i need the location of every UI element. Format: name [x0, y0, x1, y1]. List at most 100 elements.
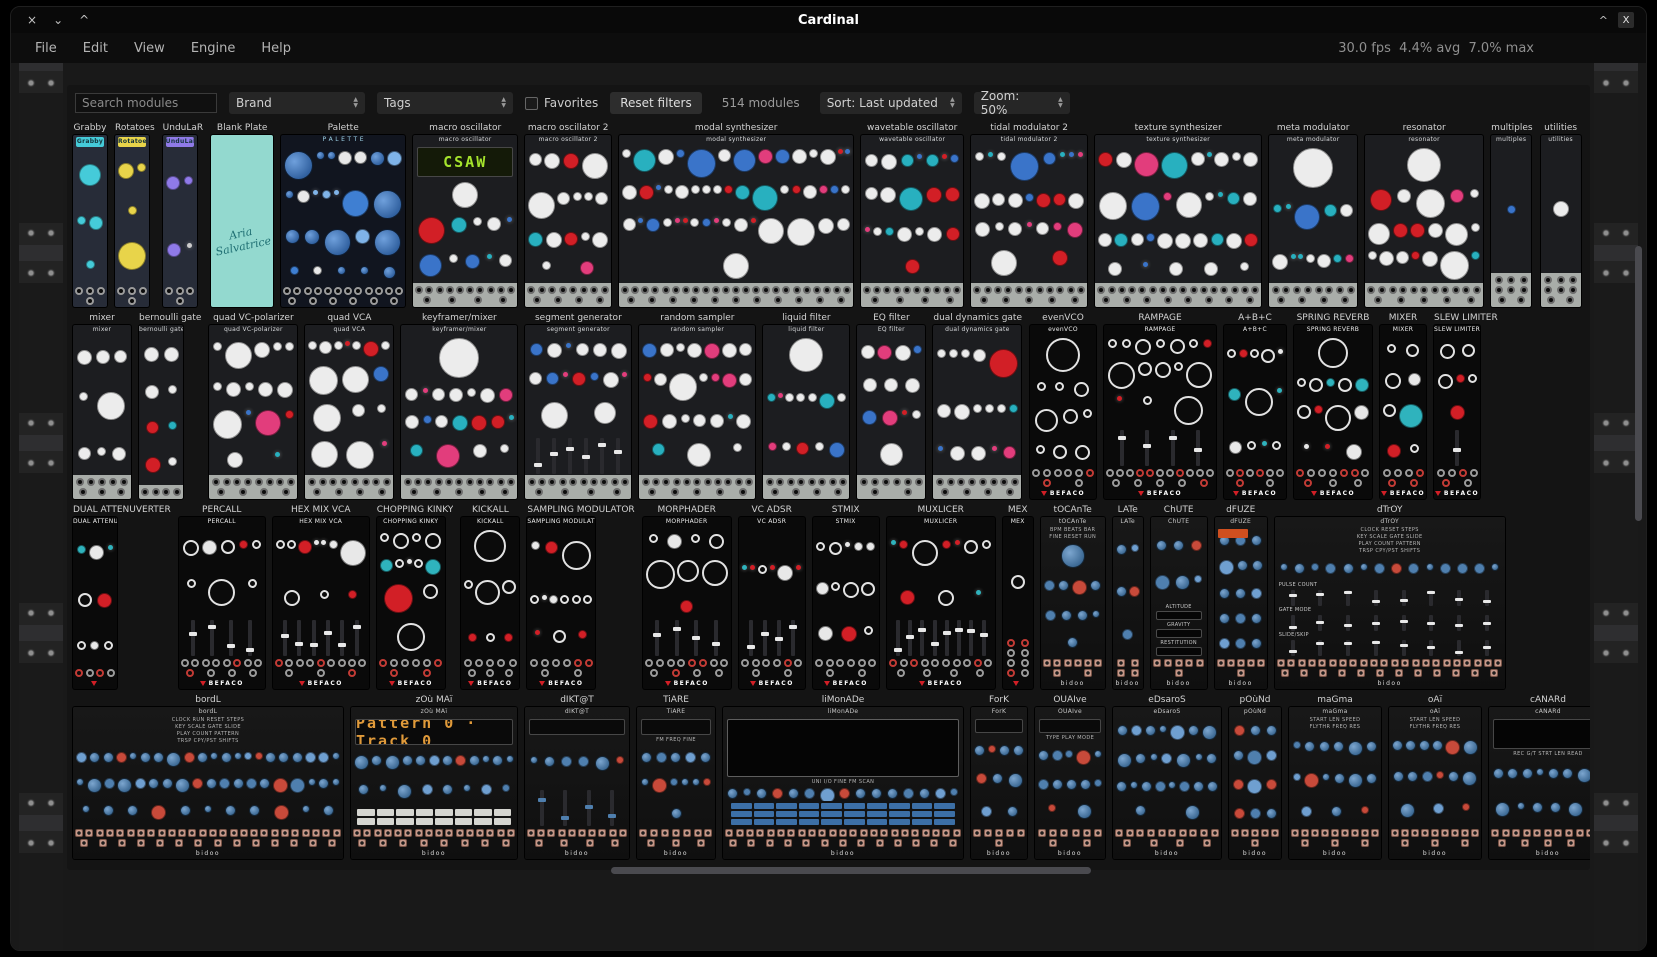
- module-card[interactable]: KICKALLKICKALLBEFACO: [461, 505, 519, 689]
- module-card[interactable]: bernoulli gatebernoulli gate: [139, 313, 201, 499]
- module-card[interactable]: eDsaroSeDsaroSbidoo: [1113, 695, 1221, 859]
- module-panel: P A L E T T E: [281, 135, 405, 307]
- menu-item-engine[interactable]: Engine: [191, 41, 236, 56]
- module-card[interactable]: MORPHADERMORPHADERBEFACO: [643, 505, 731, 689]
- module-card[interactable]: PERCALLPERCALLBEFACO: [179, 505, 265, 689]
- module-card[interactable]: GrabbyGrabby: [73, 123, 107, 307]
- menu-item-file[interactable]: File: [35, 41, 57, 56]
- menu-item-edit[interactable]: Edit: [83, 41, 108, 56]
- slider-graphic: [248, 620, 252, 656]
- matrix-button: [776, 811, 797, 817]
- knob-graphic: [114, 350, 127, 363]
- module-card[interactable]: MUXLICERMUXLICERBEFACO: [887, 505, 995, 689]
- module-card[interactable]: UnduLaRUnduLaR: [163, 123, 204, 307]
- module-card[interactable]: cANARdcANARdREC G/T STRT LEN READbidoo: [1489, 695, 1590, 859]
- knob-area: [73, 745, 343, 827]
- module-card[interactable]: liMonADeliMonADeUNI I/O FINE FM SCANbido…: [723, 695, 963, 859]
- panel-title: OUAIve: [1035, 707, 1105, 717]
- module-card[interactable]: CHOPPING KINKYCHOPPING KINKYBEFACO: [377, 505, 454, 689]
- module-card[interactable]: multiplesmultiples: [1491, 123, 1532, 307]
- brand-dropdown[interactable]: Brand: [229, 92, 365, 114]
- module-card[interactable]: LATeLATebidoo: [1113, 505, 1143, 689]
- module-card[interactable]: evenVCOevenVCOBEFACO: [1030, 313, 1096, 499]
- favorites-checkbox[interactable]: [525, 97, 538, 110]
- knob-graphic: [379, 784, 387, 792]
- pin-icon[interactable]: ^: [1599, 14, 1608, 27]
- module-card[interactable]: MEXMEXBEFACO: [1003, 505, 1033, 689]
- horizontal-scrollbar[interactable]: [611, 867, 1091, 874]
- knob-graphic: [743, 788, 751, 796]
- module-card[interactable]: liquid filterliquid filter: [763, 313, 849, 499]
- module-card[interactable]: quad VC-polarizerquad VC-polarizer: [209, 313, 297, 499]
- vertical-scrollbar[interactable]: [1635, 246, 1642, 521]
- menu-item-view[interactable]: View: [134, 41, 165, 56]
- module-card[interactable]: tidal modulator 2tidal modulator 2: [971, 123, 1087, 307]
- module-card[interactable]: STMIXSTMIXBEFACO: [813, 505, 879, 689]
- tray-x-icon[interactable]: X: [1618, 12, 1634, 28]
- module-card[interactable]: A+B+CA+B+CBEFACO: [1224, 313, 1286, 499]
- module-card[interactable]: PaletteP A L E T T E: [281, 123, 405, 307]
- knob-graphic: [89, 752, 100, 763]
- menu-item-help[interactable]: Help: [261, 41, 291, 56]
- module-card[interactable]: dIKT@TdIKT@Tbidoo: [525, 695, 629, 859]
- module-card[interactable]: RotatoesRotatoes: [115, 123, 155, 307]
- knob-graphic: [1130, 781, 1138, 789]
- module-card[interactable]: zOù MAïzOù MAïPattern 0 · Track 0bidoo: [351, 695, 517, 859]
- jack-graphic: [1298, 659, 1306, 667]
- module-card[interactable]: mixermixer: [73, 313, 131, 499]
- knob-graphic: [1117, 396, 1122, 401]
- module-card[interactable]: dTrOYdTrOYCLOCK RESET STEPSKEY SCALE GAT…: [1275, 505, 1505, 689]
- module-card[interactable]: oAïoAïSTART LEN SPEEDFLYTHR FREQ RESbido…: [1389, 695, 1481, 859]
- module-card[interactable]: SPRING REVERBSPRING REVERBBEFACO: [1294, 313, 1372, 499]
- module-card[interactable]: EQ filterEQ filter: [857, 313, 925, 499]
- module-card[interactable]: segment generatorsegment generator: [525, 313, 631, 499]
- chevron-up-icon[interactable]: ^: [79, 13, 89, 27]
- module-card[interactable]: SLEW LIMITERSLEW LIMITERBEFACO: [1434, 313, 1498, 499]
- module-card[interactable]: macro oscillatormacro oscillatorCSAW: [413, 123, 517, 307]
- jack-graphic: [1431, 286, 1439, 294]
- module-card[interactable]: meta modulatormeta modulator: [1269, 123, 1357, 307]
- module-card[interactable]: tOCAnTetOCAnTeBPM BEATS BARFINE RESET RU…: [1041, 505, 1105, 689]
- search-input[interactable]: [75, 93, 217, 113]
- module-card[interactable]: HEX MIX VCAHEX MIX VCABEFACO: [273, 505, 369, 689]
- module-card[interactable]: modal synthesizermodal synthesizer: [619, 123, 853, 307]
- module-card[interactable]: ChUTEChUTEALTITUDEGRAVITYRESTITUTIONbido…: [1151, 505, 1207, 689]
- zoom-dropdown[interactable]: Zoom: 50%: [974, 92, 1070, 114]
- module-card[interactable]: macro oscillator 2macro oscillator 2: [525, 123, 611, 307]
- module-card[interactable]: texture synthesizertexture synthesizer: [1095, 123, 1261, 307]
- brand-logo: BEFACO: [643, 679, 731, 689]
- module-card[interactable]: TiARETiAREFM FREQ FINEbidoo: [637, 695, 715, 859]
- module-card[interactable]: Blank PlateAria Salvatrice: [211, 123, 273, 307]
- matrix-button: [889, 811, 910, 817]
- close-icon[interactable]: ×: [27, 13, 37, 27]
- module-card[interactable]: quad VCAquad VCA: [305, 313, 393, 499]
- module-card[interactable]: keyframer/mixerkeyframer/mixer: [401, 313, 517, 499]
- module-card[interactable]: OUAIveOUAIveTYPE PLAY MODEbidoo: [1035, 695, 1105, 859]
- knob-graphic: [164, 347, 179, 362]
- module-card[interactable]: MIXERMIXERBEFACO: [1380, 313, 1426, 499]
- module-card[interactable]: RAMPAGERAMPAGEBEFACO: [1104, 313, 1216, 499]
- module-card[interactable]: VC ADSRVC ADSRBEFACO: [739, 505, 805, 689]
- module-card[interactable]: dFUZEdFUZEbidoo: [1215, 505, 1267, 689]
- module-card[interactable]: ForKForKbidoo: [971, 695, 1027, 859]
- module-panel: STMIXBEFACO: [813, 517, 879, 689]
- module-card[interactable]: SAMPLING MODULATORSAMPLING MODULATORBEFA…: [527, 505, 634, 689]
- module-card[interactable]: maGmamaGmaSTART LEN SPEEDFLYTHR FREQ RES…: [1289, 695, 1381, 859]
- knob-graphic: [638, 218, 643, 223]
- module-card[interactable]: wavetable oscillatorwavetable oscillator: [861, 123, 963, 307]
- module-card[interactable]: dual dynamics gatedual dynamics gate: [933, 313, 1022, 499]
- chevron-down-icon[interactable]: ⌄: [53, 13, 63, 27]
- module-card[interactable]: utilitiesutilities: [1541, 123, 1581, 307]
- module-card[interactable]: resonatorresonator: [1365, 123, 1483, 307]
- knob-area: [281, 145, 405, 285]
- module-card[interactable]: pOùNdpOùNdbidoo: [1229, 695, 1281, 859]
- module-card[interactable]: random samplerrandom sampler: [639, 313, 755, 499]
- jack-graphic: [957, 478, 965, 486]
- module-card[interactable]: DUAL ATTENUVERTERDUAL ATTENUVERTERBEFACO: [73, 505, 171, 689]
- jack-graphic: [1523, 829, 1531, 837]
- sort-dropdown[interactable]: Sort: Last updated: [820, 92, 962, 114]
- tags-dropdown[interactable]: Tags: [377, 92, 513, 114]
- knob-graphic: [1408, 373, 1421, 386]
- module-card[interactable]: bordLbordLCLOCK RUN RESET STEPSKEY SCALE…: [73, 695, 343, 859]
- reset-filters-button[interactable]: Reset filters: [610, 92, 702, 114]
